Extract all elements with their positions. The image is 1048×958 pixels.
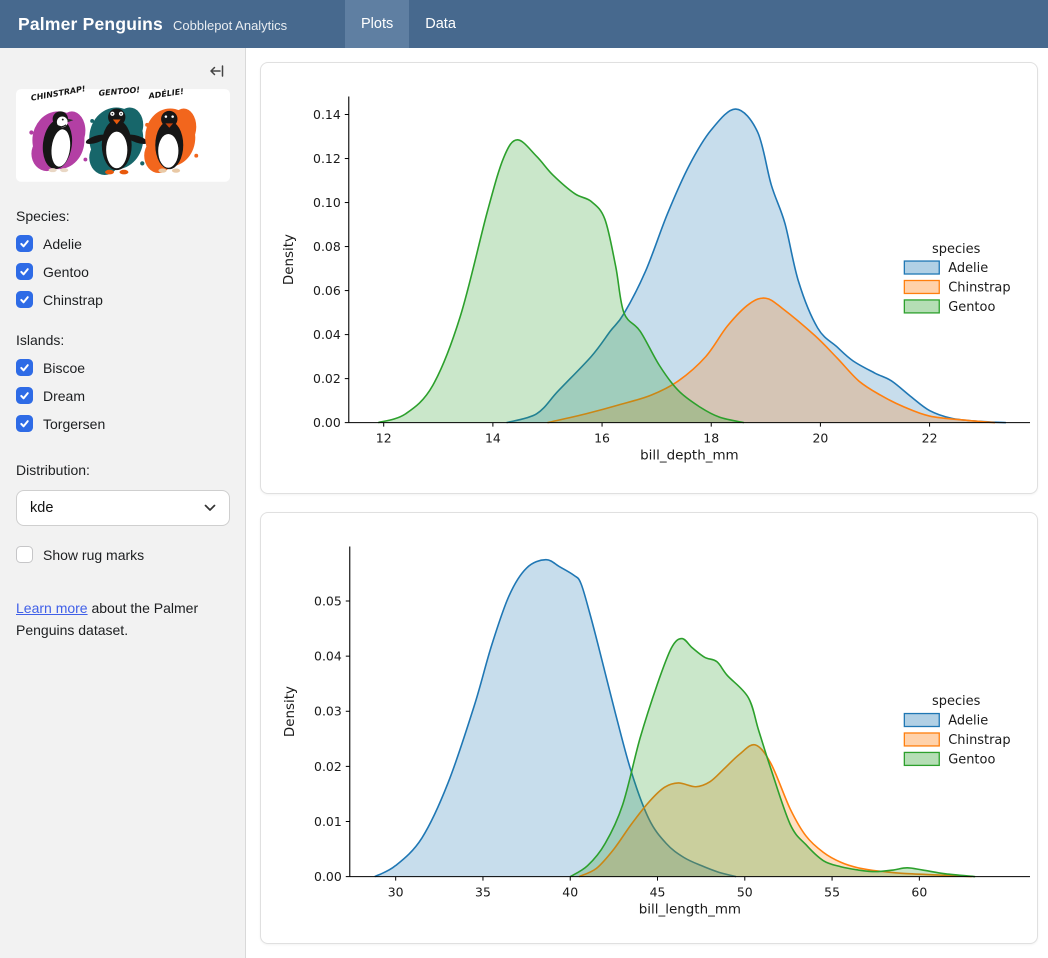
legend-swatch-chinstrap	[904, 280, 939, 293]
checkbox-icon	[16, 263, 33, 280]
tab-data[interactable]: Data	[409, 0, 472, 48]
navbar: Palmer Penguins Cobblepot Analytics Plot…	[0, 0, 1048, 48]
nav-tabs: Plots Data	[345, 0, 472, 48]
app-brand: Palmer Penguins Cobblepot Analytics	[0, 14, 345, 35]
checkbox-icon	[16, 291, 33, 308]
x-tick-label: 16	[594, 431, 610, 446]
bill-depth-density-chart: 12 14 16 18 20 22 0.00 0.02 0.04 0.06 0.08 0.10 0.12…	[261, 63, 1037, 493]
legend-label: Gentoo	[948, 752, 995, 767]
legend-label: Chinstrap	[948, 733, 1010, 748]
x-tick-label: 22	[922, 431, 938, 446]
y-tick-label: 0.02	[314, 759, 342, 774]
legend-label: Chinstrap	[948, 280, 1010, 295]
x-tick-label: 35	[475, 885, 491, 900]
islands-group-label: Islands:	[16, 332, 229, 348]
y-tick-label: 0.04	[314, 649, 342, 664]
x-tick-label: 18	[703, 431, 719, 446]
x-tick-label: 20	[812, 431, 828, 446]
bill-length-plot-card: 30 35 40 45 50 55 60 0.00 0.01 0.02 0.03 0.04 0.05 bi…	[260, 512, 1038, 944]
dataset-info-text: Learn more about the Palmer Penguins dat…	[16, 597, 216, 641]
checkbox-show-rug-marks[interactable]: Show rug marks	[16, 546, 229, 563]
y-tick-label: 0.06	[313, 283, 341, 298]
y-tick-label: 0.03	[314, 704, 342, 719]
x-tick-label: 60	[911, 885, 927, 900]
legend-label: Adelie	[948, 261, 988, 276]
x-tick-label: 30	[388, 885, 404, 900]
bill-depth-plot-card: 12 14 16 18 20 22 0.00 0.02 0.04 0.06 0.08 0.10 0.12…	[260, 62, 1038, 494]
learn-more-link[interactable]: Learn more	[16, 600, 88, 616]
checkbox-label: Torgersen	[43, 416, 105, 432]
y-tick-label: 0.08	[313, 239, 341, 254]
y-axis-label: Density	[283, 686, 298, 737]
checkbox-island-dream[interactable]: Dream	[16, 387, 229, 404]
legend-swatch-gentoo	[904, 300, 939, 313]
x-axis-label: bill_depth_mm	[640, 449, 739, 464]
y-tick-label: 0.00	[314, 869, 342, 884]
y-tick-label: 0.02	[313, 371, 341, 386]
legend-swatch-adelie	[904, 714, 939, 727]
x-tick-label: 55	[824, 885, 840, 900]
checkbox-island-biscoe[interactable]: Biscoe	[16, 359, 229, 376]
checkbox-species-adelie[interactable]: Adelie	[16, 235, 229, 252]
checkbox-species-gentoo[interactable]: Gentoo	[16, 263, 229, 280]
x-tick-label: 14	[485, 431, 501, 446]
penguins-artwork: CHINSTRAP! GENTOO!	[16, 84, 230, 184]
checkbox-label: Biscoe	[43, 360, 85, 376]
checkbox-icon	[16, 387, 33, 404]
checkbox-label: Dream	[43, 388, 85, 404]
y-tick-label: 0.05	[314, 594, 342, 609]
y-tick-label: 0.12	[313, 151, 341, 166]
checkbox-label: Show rug marks	[43, 547, 144, 563]
legend-swatch-gentoo	[904, 752, 939, 765]
checkbox-label: Gentoo	[43, 264, 89, 280]
checkbox-island-torgersen[interactable]: Torgersen	[16, 415, 229, 432]
x-axis-label: bill_length_mm	[639, 903, 741, 918]
legend-swatch-chinstrap	[904, 733, 939, 746]
collapse-left-icon	[209, 63, 225, 79]
legend-label: Adelie	[948, 714, 988, 729]
legend-swatch-adelie	[904, 261, 939, 274]
x-tick-label: 40	[562, 885, 578, 900]
distribution-selected-value: kde	[30, 500, 53, 516]
main-content: 12 14 16 18 20 22 0.00 0.02 0.04 0.06 0.08 0.10 0.12…	[246, 48, 1048, 958]
distribution-label: Distribution:	[16, 462, 229, 478]
distribution-select[interactable]: kde	[16, 490, 230, 526]
legend-title: species	[932, 694, 981, 709]
checkbox-label: Chinstrap	[43, 292, 103, 308]
chevron-down-icon	[204, 504, 216, 512]
legend-label: Gentoo	[948, 300, 995, 315]
x-tick-label: 45	[650, 885, 666, 900]
y-axis-label: Density	[282, 234, 297, 285]
sidebar-collapse-button[interactable]	[207, 62, 227, 80]
y-tick-label: 0.01	[314, 814, 342, 829]
sidebar: CHINSTRAP! GENTOO!	[0, 48, 246, 958]
species-group-label: Species:	[16, 208, 229, 224]
checkbox-icon	[16, 359, 33, 376]
bill-length-density-chart: 30 35 40 45 50 55 60 0.00 0.01 0.02 0.03 0.04 0.05 bi…	[261, 513, 1037, 943]
app-subtitle: Cobblepot Analytics	[173, 18, 287, 33]
x-tick-label: 50	[737, 885, 753, 900]
x-tick-label: 12	[376, 431, 392, 446]
checkbox-icon	[16, 546, 33, 563]
checkbox-species-chinstrap[interactable]: Chinstrap	[16, 291, 229, 308]
y-tick-label: 0.04	[313, 327, 341, 342]
y-tick-label: 0.14	[313, 107, 341, 122]
y-tick-label: 0.00	[313, 415, 341, 430]
checkbox-label: Adelie	[43, 236, 82, 252]
checkbox-icon	[16, 415, 33, 432]
app-title: Palmer Penguins	[18, 14, 163, 35]
tab-plots[interactable]: Plots	[345, 0, 409, 48]
checkbox-icon	[16, 235, 33, 252]
legend-title: species	[932, 242, 981, 257]
y-tick-label: 0.10	[313, 195, 341, 210]
